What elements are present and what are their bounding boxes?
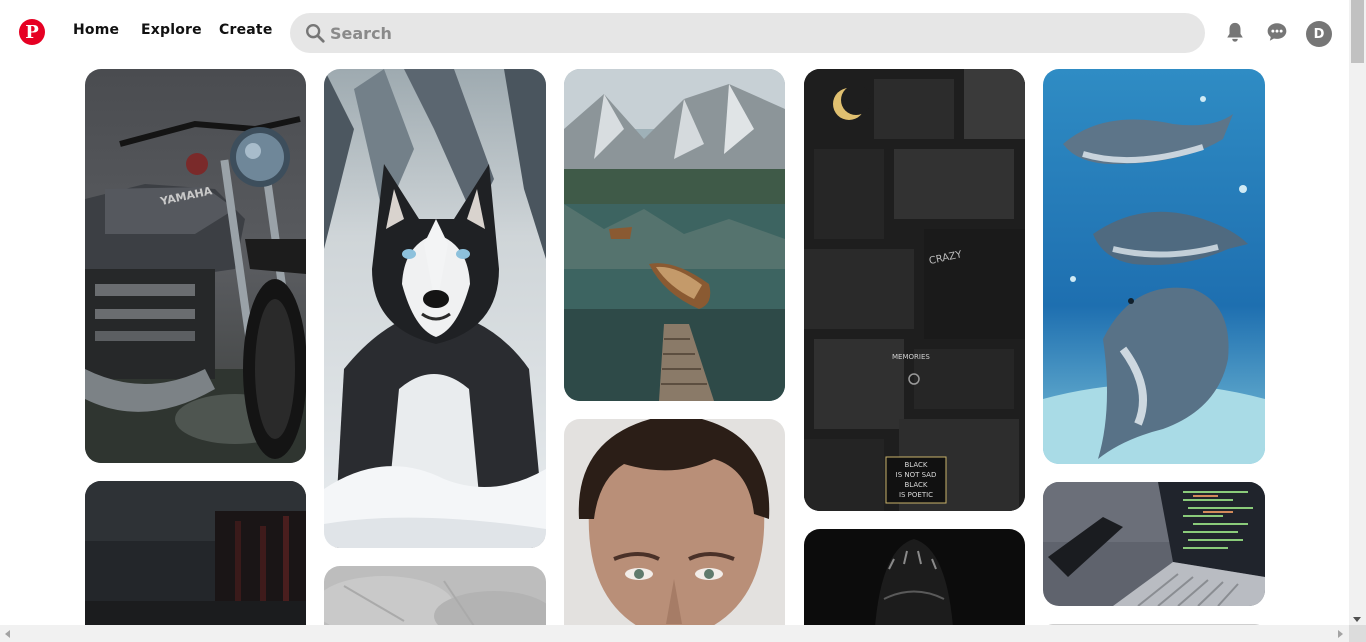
user-avatar[interactable]: D bbox=[1306, 21, 1332, 47]
top-nav-bar: P Home Explore Create D bbox=[0, 0, 1349, 64]
pin-dolphins[interactable] bbox=[1043, 69, 1265, 464]
pin-motorcycle[interactable]: YAMAHA bbox=[85, 69, 306, 463]
vertical-scrollbar[interactable] bbox=[1349, 0, 1366, 625]
collage-caption-line4: IS POETIC bbox=[899, 491, 933, 499]
logo-letter: P bbox=[25, 21, 39, 43]
pin-collage[interactable]: CRAZY MEMORIES BLACK IS NOT SAD BLACK IS… bbox=[804, 69, 1025, 511]
nav-create[interactable]: Create bbox=[219, 22, 273, 38]
collage-image: CRAZY MEMORIES BLACK IS NOT SAD BLACK IS… bbox=[804, 69, 1025, 511]
pin-lake[interactable] bbox=[564, 69, 785, 401]
pin-portrait[interactable] bbox=[564, 419, 785, 641]
bell-icon bbox=[1227, 22, 1243, 42]
notifications-button[interactable] bbox=[1223, 20, 1247, 44]
dark-street-image bbox=[85, 481, 306, 641]
collage-caption-line2: IS NOT SAD bbox=[896, 471, 937, 479]
husky-image bbox=[324, 69, 546, 548]
collage-word-memories: MEMORIES bbox=[892, 353, 930, 361]
messages-button[interactable] bbox=[1265, 20, 1289, 44]
horizontal-scrollbar[interactable] bbox=[0, 625, 1349, 642]
chat-icon bbox=[1267, 23, 1287, 41]
nav-explore[interactable]: Explore bbox=[141, 22, 202, 38]
motorcycle-image: YAMAHA bbox=[85, 69, 306, 463]
lake-image bbox=[564, 69, 785, 401]
scroll-down-arrow-icon[interactable] bbox=[1353, 617, 1361, 622]
pinterest-logo[interactable]: P bbox=[19, 19, 45, 45]
pin-laptop[interactable] bbox=[1043, 482, 1265, 606]
scroll-right-arrow-icon[interactable] bbox=[1338, 630, 1343, 638]
collage-caption-line1: BLACK bbox=[904, 461, 927, 469]
search-bar[interactable] bbox=[290, 13, 1205, 53]
portrait-image bbox=[564, 419, 785, 641]
scrollbar-corner bbox=[1349, 625, 1366, 642]
nav-home[interactable]: Home bbox=[73, 22, 119, 38]
search-icon bbox=[306, 24, 325, 43]
pin-dark-street[interactable] bbox=[85, 481, 306, 641]
vertical-scroll-thumb[interactable] bbox=[1351, 0, 1364, 63]
search-input[interactable] bbox=[330, 23, 1170, 43]
laptop-image bbox=[1043, 482, 1265, 606]
collage-caption-line3: BLACK bbox=[904, 481, 927, 489]
pin-husky[interactable] bbox=[324, 69, 546, 548]
scroll-left-arrow-icon[interactable] bbox=[5, 630, 10, 638]
dolphins-image bbox=[1043, 69, 1265, 464]
pinterest-home: P Home Explore Create D bbox=[0, 0, 1366, 642]
